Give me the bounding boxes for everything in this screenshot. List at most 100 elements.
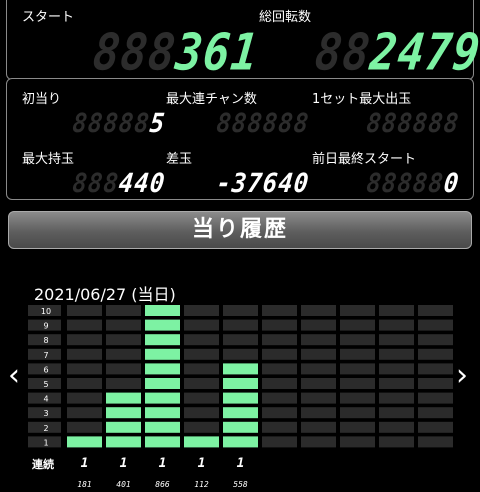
empty-cell (223, 305, 258, 316)
run-bar-cell (223, 421, 258, 433)
run-bar-cell (145, 305, 180, 316)
empty-cell (379, 363, 414, 375)
start-count-label: 866 (155, 480, 170, 489)
level-label: 2 (43, 424, 48, 433)
empty-cell (379, 348, 414, 360)
empty-cell (301, 407, 336, 419)
run-bar-cell (145, 407, 180, 419)
empty-cell (418, 407, 453, 419)
start-count-label: 112 (194, 480, 209, 489)
empty-cell (301, 334, 336, 346)
empty-cell (340, 305, 375, 316)
empty-cell (301, 348, 336, 360)
start-count-label: 401 (116, 480, 130, 489)
empty-cell (67, 421, 102, 433)
empty-cell (418, 334, 453, 346)
level-label: 9 (43, 322, 48, 331)
run-bar-cell (145, 363, 180, 375)
empty-cell (340, 392, 375, 404)
empty-cell (184, 348, 219, 360)
level-label: 8 (43, 336, 48, 345)
empty-cell (418, 436, 453, 448)
empty-cell (262, 319, 297, 331)
empty-cell (301, 392, 336, 404)
empty-cell (301, 305, 336, 316)
empty-cell (67, 407, 102, 419)
empty-cell (106, 334, 141, 346)
empty-cell (223, 319, 258, 331)
empty-cell (379, 421, 414, 433)
empty-cell (67, 334, 102, 346)
run-bar-cell (145, 319, 180, 331)
empty-cell (67, 305, 102, 316)
empty-cell (301, 378, 336, 389)
empty-cell (67, 319, 102, 331)
run-bar-cell (184, 436, 219, 448)
empty-cell (184, 319, 219, 331)
run-bar-cell (223, 392, 258, 404)
empty-cell (184, 305, 219, 316)
empty-cell (340, 319, 375, 331)
run-bar-cell (145, 392, 180, 404)
empty-cell (379, 407, 414, 419)
run-count-label: 1 (198, 456, 206, 471)
run-bar-cell (223, 378, 258, 389)
empty-cell (418, 348, 453, 360)
empty-cell (262, 407, 297, 419)
empty-cell (184, 421, 219, 433)
run-count-label: 1 (159, 456, 167, 471)
run-bar-cell (223, 436, 258, 448)
empty-cell (340, 378, 375, 389)
empty-cell (340, 348, 375, 360)
run-bar-cell (145, 334, 180, 346)
start-count-label: 181 (77, 480, 91, 489)
empty-cell (67, 348, 102, 360)
level-label: 7 (43, 351, 48, 360)
run-bar-cell (106, 436, 141, 448)
run-bar-cell (67, 436, 102, 448)
empty-cell (106, 348, 141, 360)
run-row-label: 連続 (32, 457, 54, 471)
run-count-label: 1 (120, 456, 128, 471)
empty-cell (262, 334, 297, 346)
run-bar-cell (223, 407, 258, 419)
empty-cell (223, 334, 258, 346)
empty-cell (262, 305, 297, 316)
run-bar-cell (223, 363, 258, 375)
level-label: 1 (43, 438, 48, 447)
empty-cell (301, 421, 336, 433)
empty-cell (106, 378, 141, 389)
run-count-label: 1 (81, 456, 89, 471)
run-count-label: 1 (237, 456, 245, 471)
empty-cell (223, 348, 258, 360)
empty-cell (301, 436, 336, 448)
level-label: 4 (43, 395, 48, 404)
empty-cell (418, 421, 453, 433)
run-bar-cell (106, 421, 141, 433)
empty-cell (418, 305, 453, 316)
empty-cell (184, 392, 219, 404)
empty-cell (340, 363, 375, 375)
level-label: 10 (41, 307, 51, 316)
run-bar-cell (145, 348, 180, 360)
empty-cell (340, 421, 375, 433)
empty-cell (262, 348, 297, 360)
empty-cell (379, 378, 414, 389)
empty-cell (379, 305, 414, 316)
start-count-label: 558 (233, 480, 248, 489)
level-label: 3 (43, 409, 48, 418)
run-bar-cell (106, 392, 141, 404)
empty-cell (418, 378, 453, 389)
empty-cell (262, 436, 297, 448)
empty-cell (262, 392, 297, 404)
empty-cell (67, 378, 102, 389)
empty-cell (67, 363, 102, 375)
level-label: 5 (43, 380, 48, 389)
empty-cell (418, 319, 453, 331)
empty-cell (379, 392, 414, 404)
empty-cell (379, 319, 414, 331)
empty-cell (106, 305, 141, 316)
empty-cell (418, 363, 453, 375)
empty-cell (301, 319, 336, 331)
empty-cell (340, 334, 375, 346)
